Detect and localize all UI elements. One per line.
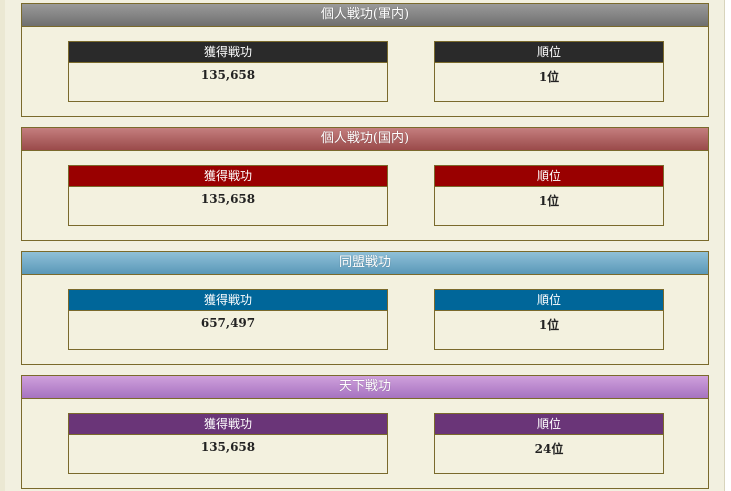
rank-value: 1位 bbox=[538, 194, 560, 208]
rank-value: 1位 bbox=[538, 318, 560, 332]
rank-value: 1位 bbox=[538, 70, 560, 84]
section-header: 天下戦功 bbox=[22, 376, 708, 399]
points-value: 657,497 bbox=[200, 316, 256, 330]
points-box: 獲得戦功 135,658 bbox=[68, 413, 388, 474]
points-value: 135,658 bbox=[200, 192, 256, 206]
rank-box: 順位 1位 bbox=[434, 165, 664, 226]
rank-label: 順位 bbox=[435, 42, 663, 63]
rank-value: 24位 bbox=[534, 442, 564, 456]
page-frame-right bbox=[724, 0, 731, 491]
section-header: 個人戦功(国内) bbox=[22, 128, 708, 151]
rank-label: 順位 bbox=[435, 166, 663, 187]
points-box: 獲得戦功 135,658 bbox=[68, 165, 388, 226]
section-personal-army: 個人戦功(軍内) 獲得戦功 135,658 順位 1位 bbox=[21, 3, 709, 117]
rank-box: 順位 1位 bbox=[434, 289, 664, 350]
section-alliance: 同盟戦功 獲得戦功 657,497 順位 1位 bbox=[21, 251, 709, 365]
points-label: 獲得戦功 bbox=[69, 42, 387, 63]
rank-box: 順位 24位 bbox=[434, 413, 664, 474]
points-label: 獲得戦功 bbox=[69, 414, 387, 435]
section-header: 個人戦功(軍内) bbox=[22, 4, 708, 27]
points-box: 獲得戦功 657,497 bbox=[68, 289, 388, 350]
page-frame-left bbox=[0, 0, 5, 491]
section-tenka: 天下戦功 獲得戦功 135,658 順位 24位 bbox=[21, 375, 709, 489]
rank-label: 順位 bbox=[435, 290, 663, 311]
section-personal-country: 個人戦功(国内) 獲得戦功 135,658 順位 1位 bbox=[21, 127, 709, 241]
section-header: 同盟戦功 bbox=[22, 252, 708, 275]
points-box: 獲得戦功 135,658 bbox=[68, 41, 388, 102]
points-label: 獲得戦功 bbox=[69, 290, 387, 311]
rank-label: 順位 bbox=[435, 414, 663, 435]
rank-box: 順位 1位 bbox=[434, 41, 664, 102]
points-label: 獲得戦功 bbox=[69, 166, 387, 187]
points-value: 135,658 bbox=[200, 440, 256, 454]
points-value: 135,658 bbox=[200, 68, 256, 82]
